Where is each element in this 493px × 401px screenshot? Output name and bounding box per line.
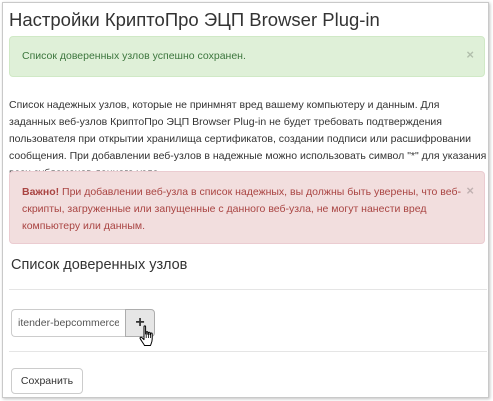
close-icon[interactable]: × — [466, 48, 474, 62]
add-node-group: + — [11, 309, 157, 337]
trusted-node-input[interactable] — [11, 309, 125, 337]
hand-pointer-icon — [139, 325, 153, 346]
success-message: Список доверенных узлов успешно сохранен… — [22, 50, 246, 62]
save-button[interactable]: Сохранить — [11, 368, 83, 394]
info-text: Список надежных узлов, которые не принмн… — [9, 99, 487, 179]
warning-text: При добавлении веб-узла в список надежны… — [22, 186, 461, 232]
settings-window: Настройки КриптоПро ЭЦП Browser Plug-in … — [2, 2, 489, 398]
warning-message: Важно! При добавлении веб-узла в список … — [22, 184, 470, 235]
divider — [9, 289, 487, 290]
trusted-nodes-heading: Список доверенных узлов — [11, 257, 188, 273]
page-title: Настройки КриптоПро ЭЦП Browser Plug-in — [9, 9, 380, 30]
close-icon[interactable]: × — [466, 184, 474, 198]
warning-strong: Важно! — [22, 186, 60, 198]
divider — [9, 351, 487, 352]
warning-alert: Важно! При добавлении веб-узла в список … — [9, 171, 485, 244]
success-alert: Список доверенных узлов успешно сохранен… — [9, 36, 485, 77]
